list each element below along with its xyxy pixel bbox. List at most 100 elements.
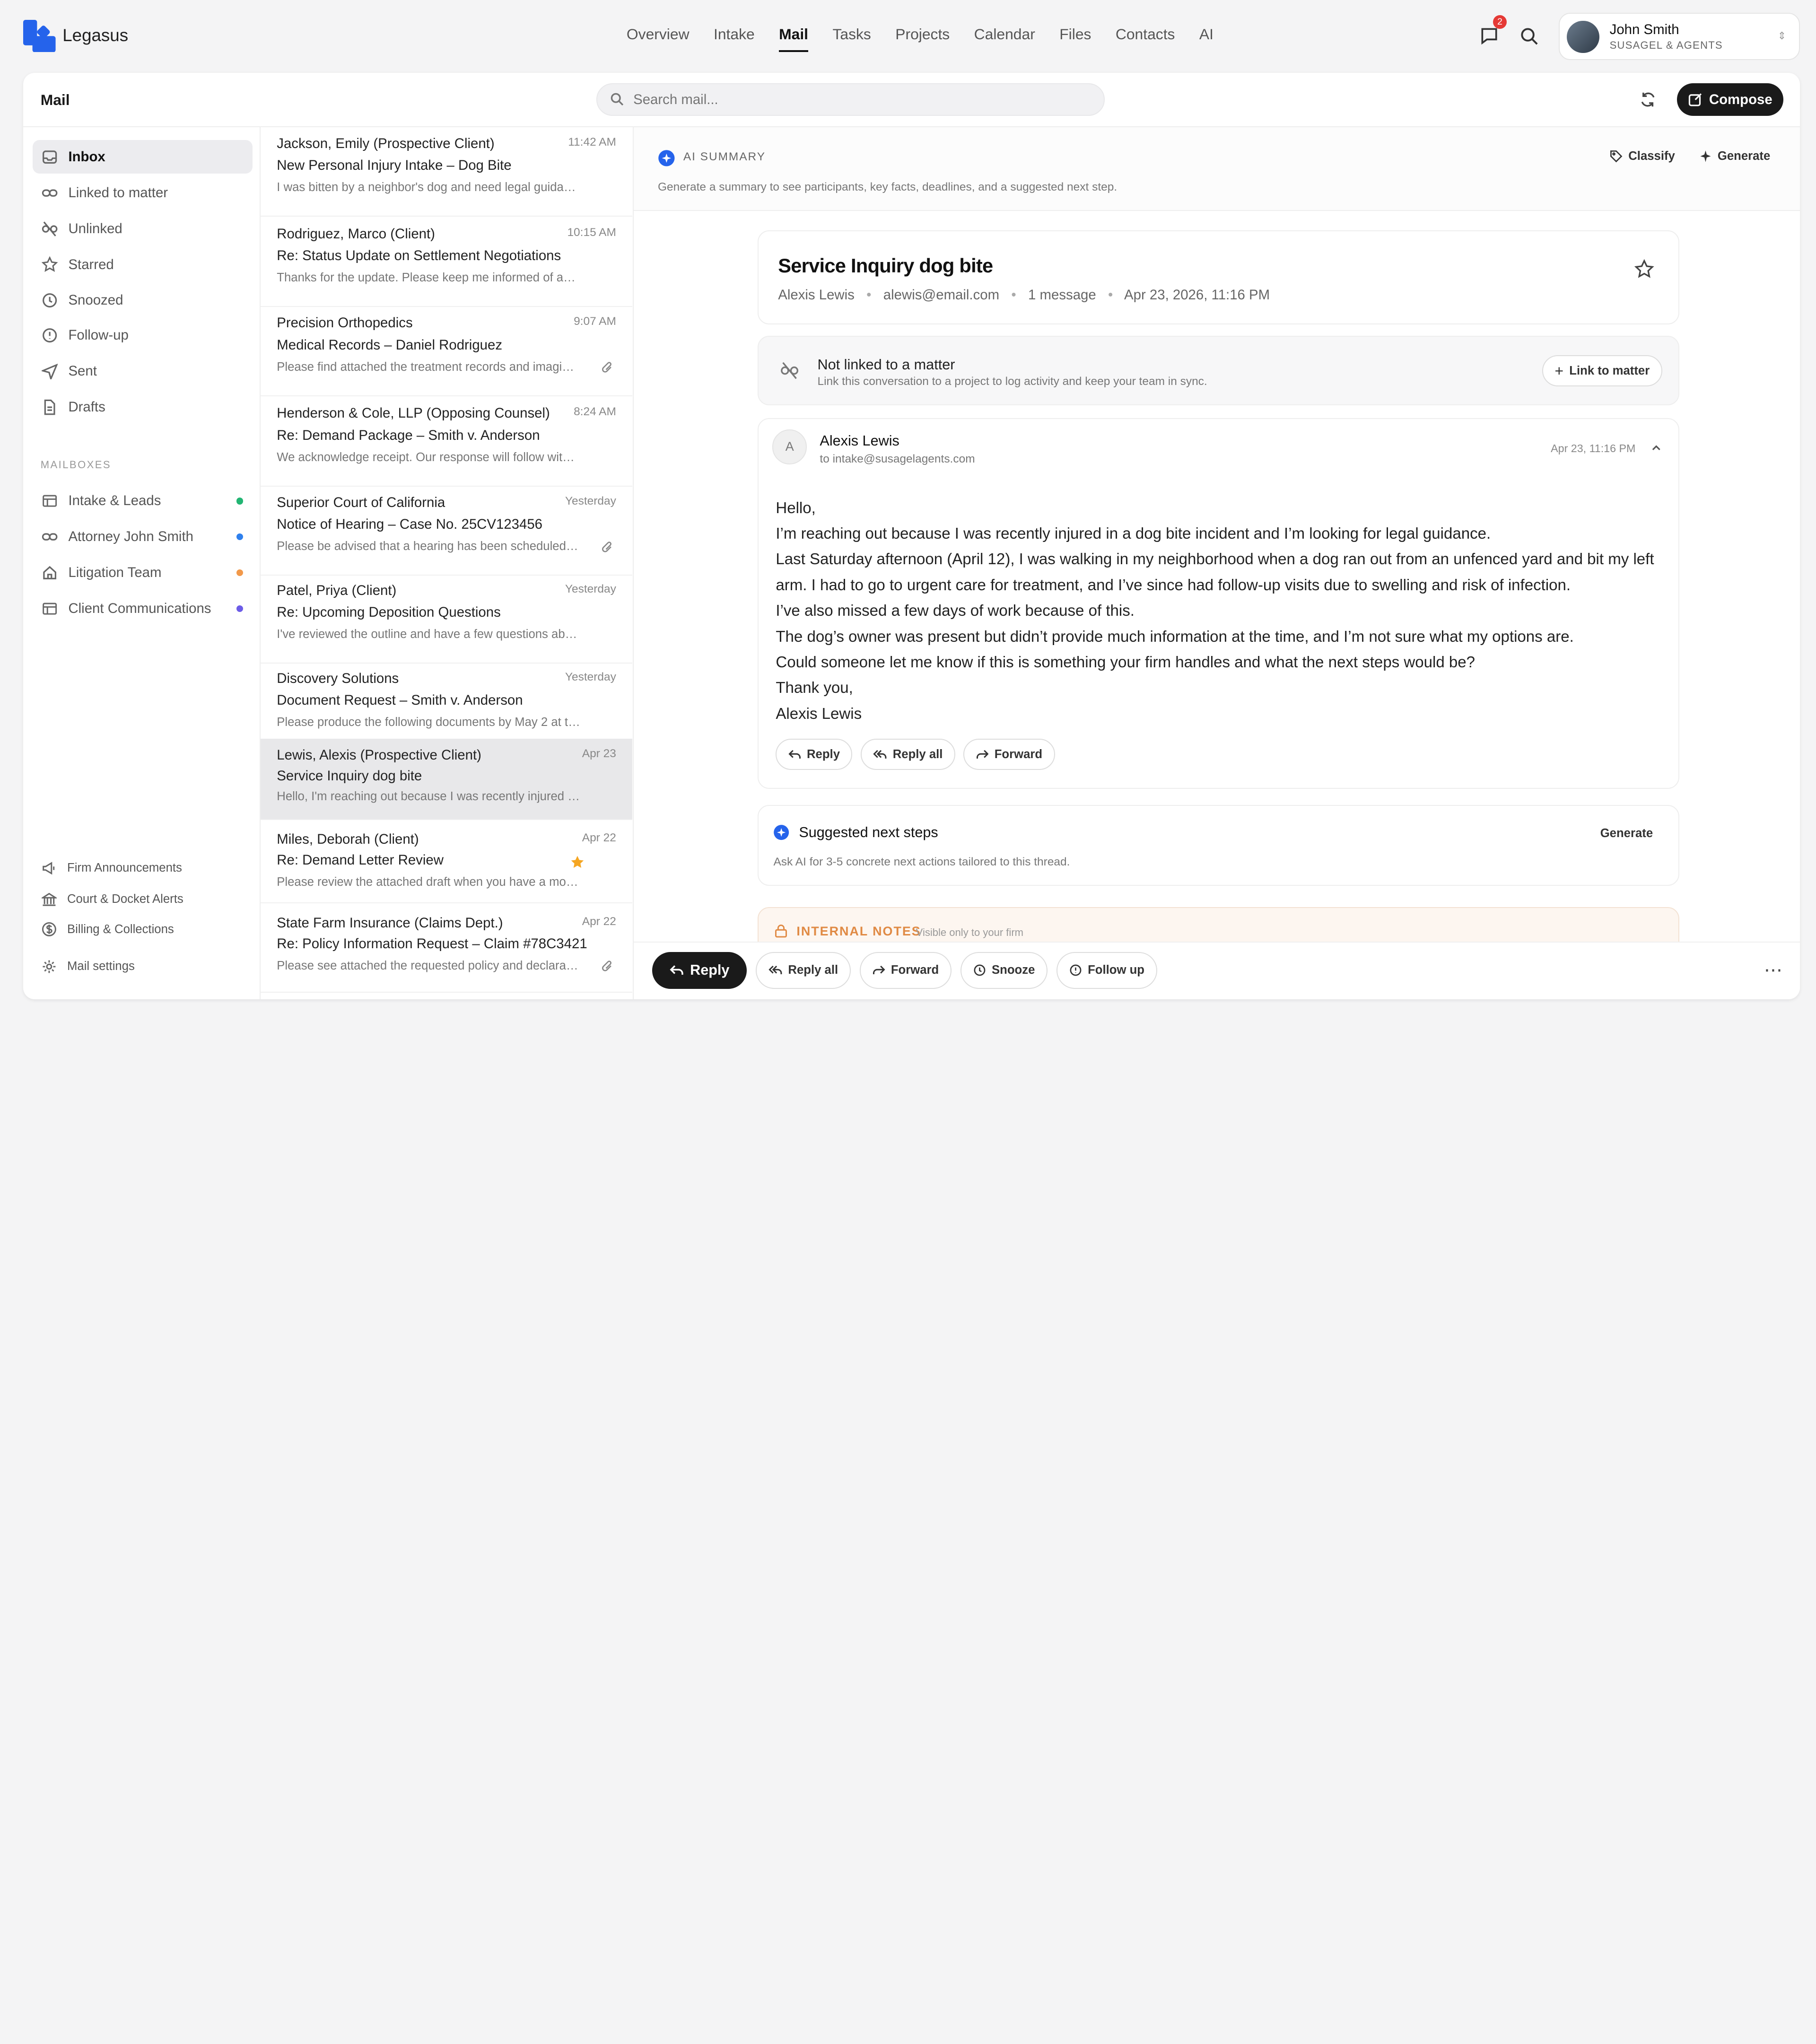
clock-icon <box>43 293 57 308</box>
sidebar-item-intake-leads[interactable]: Intake & Leads <box>33 484 253 518</box>
sidebar-item-label: Snoozed <box>68 292 123 308</box>
nav-contacts[interactable]: Contacts <box>1116 26 1175 52</box>
footer-item-label: Mail settings <box>67 960 135 973</box>
sidebar-item-litigation[interactable]: Litigation Team <box>33 556 253 590</box>
nav-ai[interactable]: AI <box>1199 26 1214 52</box>
table-row[interactable]: State Farm Insurance (Claims Dept.) Apr … <box>261 903 633 993</box>
nav-overview[interactable]: Overview <box>627 26 690 52</box>
table-row[interactable]: Superior Court of California Yesterday N… <box>261 487 633 576</box>
sidebar-item-sent[interactable]: Sent <box>33 354 253 388</box>
reply-all-icon <box>768 966 782 975</box>
sidebar-item-starred[interactable]: Starred <box>33 248 253 281</box>
mailbox-color-dot <box>236 605 244 612</box>
footer-item-announcements[interactable]: Firm Announcements <box>42 861 182 876</box>
reply-all-icon <box>873 750 887 759</box>
star-filled-icon[interactable] <box>570 855 585 870</box>
thread-time: 9:07 AM <box>574 315 616 328</box>
classify-button[interactable]: Classify <box>1610 149 1675 163</box>
mail-header: Mail Compose <box>23 73 1800 128</box>
link-matter-title: Not linked to a matter <box>817 356 955 373</box>
snooze-button[interactable]: Snooze <box>960 952 1048 989</box>
thread-sender: Miles, Deborah (Client) <box>277 831 419 847</box>
thread-time: Yesterday <box>565 582 616 595</box>
message-actions: Reply Reply all Forward <box>776 738 1055 770</box>
nav-mail[interactable]: Mail <box>779 26 809 52</box>
reply-all-button[interactable]: Reply all <box>860 738 955 770</box>
chat-icon[interactable] <box>1479 26 1500 46</box>
sparkle-icon <box>1700 150 1711 162</box>
reply-all-button[interactable]: Reply all <box>756 952 851 989</box>
more-options-icon[interactable]: ⋯ <box>1764 961 1784 979</box>
table-row[interactable]: Discovery Solutions Yesterday Document R… <box>261 663 633 752</box>
sidebar-item-follow-up[interactable]: Follow-up <box>33 318 253 352</box>
table-row[interactable]: Rodriguez, Marco (Client) 10:15 AM Re: S… <box>261 218 633 307</box>
table-row[interactable]: Miles, Deborah (Client) Apr 22 Re: Deman… <box>261 820 633 904</box>
footer-item-court-alerts[interactable]: Court & Docket Alerts <box>42 892 183 907</box>
message-card: A Alexis Lewis to intake@susagelagents.c… <box>757 418 1679 789</box>
star-icon <box>42 256 58 272</box>
tag-icon <box>1610 150 1623 163</box>
follow-up-button[interactable]: Follow up <box>1056 952 1157 989</box>
sidebar-item-drafts[interactable]: Drafts <box>33 390 253 424</box>
generate-steps-button[interactable]: Generate <box>1600 827 1653 840</box>
refresh-icon[interactable] <box>1639 90 1657 109</box>
ai-sparkle-icon <box>658 150 675 166</box>
message-sender: Alexis Lewis <box>820 433 899 449</box>
table-row-selected[interactable]: Lewis, Alexis (Prospective Client) Apr 2… <box>261 739 633 820</box>
footer-item-label: Court & Docket Alerts <box>67 892 183 906</box>
star-icon[interactable] <box>1634 259 1654 279</box>
home-icon <box>43 566 57 579</box>
send-icon <box>42 363 58 380</box>
thread-sender: Rodriguez, Marco (Client) <box>277 226 435 242</box>
table-row[interactable]: Henderson & Cole, LLP (Opposing Counsel)… <box>261 397 633 487</box>
reply-button[interactable]: Reply <box>776 738 853 770</box>
nav-intake[interactable]: Intake <box>714 26 755 52</box>
forward-button[interactable]: Forward <box>860 952 952 989</box>
forward-icon <box>873 966 885 975</box>
compose-label: Compose <box>1709 91 1772 107</box>
thread-preview: I've reviewed the outline and have a few… <box>277 628 580 641</box>
forward-button[interactable]: Forward <box>963 738 1055 770</box>
suggested-steps-title: Suggested next steps <box>799 824 938 841</box>
thread-preview: Hello, I'm reaching out because I was re… <box>277 790 580 804</box>
thread-meta-count: 1 message <box>1028 287 1096 303</box>
sidebar-item-client-comms[interactable]: Client Communications <box>33 592 253 625</box>
ai-sparkle-icon <box>774 825 789 840</box>
sidebar-item-linked[interactable]: Linked to matter <box>33 176 253 210</box>
sidebar-item-attorney[interactable]: Attorney John Smith <box>33 520 253 554</box>
reply-button-primary[interactable]: Reply <box>652 952 747 989</box>
nav-files[interactable]: Files <box>1059 26 1091 52</box>
footer-item-mail-settings[interactable]: Mail settings <box>42 959 135 974</box>
thread-header-card: Service Inquiry dog bite Alexis Lewis • … <box>757 230 1679 324</box>
sidebar-item-unlinked[interactable]: Unlinked <box>33 212 253 245</box>
nav-calendar[interactable]: Calendar <box>974 26 1035 52</box>
generate-summary-button[interactable]: Generate <box>1699 149 1770 163</box>
footer-item-billing[interactable]: Billing & Collections <box>42 922 174 937</box>
thread-subject: Re: Status Update on Settlement Negotiat… <box>277 248 561 264</box>
search-icon[interactable] <box>1519 26 1539 46</box>
thread-time: Apr 23 <box>582 747 616 760</box>
table-row[interactable]: Jackson, Emily (Prospective Client) 11:4… <box>261 127 633 217</box>
folder-sidebar: Inbox Linked to matter Unlinked Starred … <box>23 127 261 1000</box>
chevron-up-icon[interactable] <box>1650 442 1662 454</box>
sidebar-item-label: Inbox <box>68 148 105 165</box>
forward-icon <box>976 750 989 759</box>
compose-button[interactable]: Compose <box>1677 83 1784 116</box>
link-to-matter-label: Link to matter <box>1569 364 1650 377</box>
link-to-matter-button[interactable]: + Link to matter <box>1542 355 1662 387</box>
main-nav: Overview Intake Mail Tasks Projects Cale… <box>627 26 1214 52</box>
search-input[interactable] <box>633 90 1085 110</box>
table-row[interactable]: Patel, Priya (Client) Yesterday Re: Upco… <box>261 575 633 664</box>
link-matter-description: Link this conversation to a project to l… <box>817 375 1207 388</box>
message-line: The dog’s owner was present but didn’t p… <box>776 628 1574 646</box>
legasus-logo-icon[interactable] <box>23 19 56 52</box>
sidebar-item-snoozed[interactable]: Snoozed <box>33 284 253 317</box>
user-menu[interactable]: John Smith SUSAGEL & AGENTS ⇕ <box>1559 12 1800 61</box>
nav-tasks[interactable]: Tasks <box>832 26 871 52</box>
lock-icon <box>775 924 787 938</box>
sidebar-item-label: Litigation Team <box>68 565 162 580</box>
link-icon <box>42 533 58 541</box>
nav-projects[interactable]: Projects <box>895 26 950 52</box>
sidebar-item-inbox[interactable]: Inbox <box>32 140 253 174</box>
table-row[interactable]: Precision Orthopedics 9:07 AM Medical Re… <box>261 307 633 396</box>
